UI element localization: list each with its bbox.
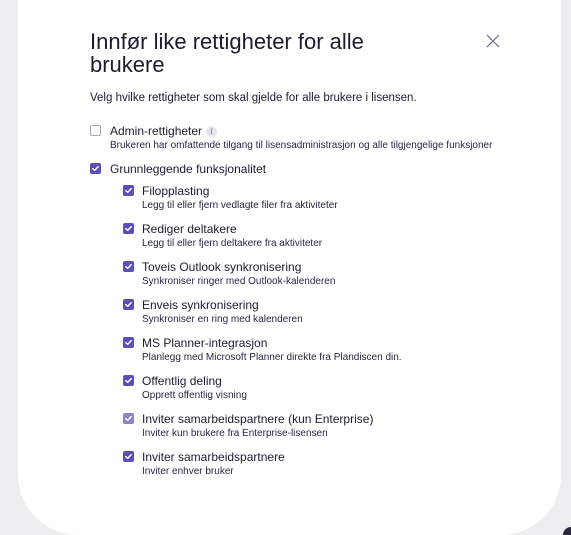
dialog-subtitle: Velg hvilke rettigheter som skal gjelde … bbox=[90, 92, 417, 104]
two-way-sync-checkbox[interactable] bbox=[123, 261, 134, 272]
admin-checkbox[interactable] bbox=[90, 125, 101, 136]
option-label: Toveis Outlook synkronisering bbox=[142, 260, 302, 274]
admin-option[interactable]: Admin-rettigheter i Brukeren har omfatten… bbox=[90, 124, 510, 152]
basic-option[interactable]: Grunnleggende funksjonalitet bbox=[90, 162, 510, 176]
basic-checkbox[interactable] bbox=[90, 163, 101, 174]
option-label: Inviter samarbeidspartnere (kun Enterpri… bbox=[142, 412, 374, 426]
checkmark-icon bbox=[125, 377, 132, 384]
admin-description: Brukeren har omfattende tilgang til lise… bbox=[110, 140, 493, 151]
option-label: Filopplasting bbox=[142, 184, 210, 198]
option-description: Synkroniser en ring med kalenderen bbox=[142, 314, 303, 325]
option-invite-enterprise: Inviter samarbeidspartnere (kun Enterpri… bbox=[123, 412, 510, 440]
backdrop-corner bbox=[563, 527, 571, 535]
checkmark-icon bbox=[125, 187, 132, 194]
checkmark-icon bbox=[125, 263, 132, 270]
invite-collaborators-checkbox[interactable] bbox=[123, 451, 134, 462]
checkmark-icon bbox=[125, 225, 132, 232]
one-way-sync-checkbox[interactable] bbox=[123, 299, 134, 310]
option-description: Inviter kun brukere fra Enterprise-lisen… bbox=[142, 428, 328, 439]
dialog-body: Innfør like rettigheter for alle brukere… bbox=[90, 30, 510, 478]
basic-sub-options: Filopplasting Legg til eller fjern vedla… bbox=[90, 184, 510, 478]
dialog-title: Innfør like rettigheter for alle brukere bbox=[90, 29, 364, 77]
file-upload-checkbox[interactable] bbox=[123, 185, 134, 196]
checkmark-icon bbox=[92, 165, 99, 172]
public-sharing-checkbox[interactable] bbox=[123, 375, 134, 386]
info-icon[interactable]: i bbox=[206, 126, 218, 137]
checkmark-icon bbox=[125, 301, 132, 308]
option-description: Inviter enhver bruker bbox=[142, 466, 234, 477]
option-label: Rediger deltakere bbox=[142, 222, 237, 236]
option-description: Opprett offentlig visning bbox=[142, 390, 247, 401]
option-description: Legg til eller fjern deltakere fra aktiv… bbox=[142, 238, 323, 249]
edit-participants-checkbox[interactable] bbox=[123, 223, 134, 234]
option-label: Inviter samarbeidspartnere bbox=[142, 450, 285, 464]
option-two-way-outlook-sync[interactable]: Toveis Outlook synkronisering Synkronise… bbox=[123, 260, 510, 288]
admin-label: Admin-rettigheter bbox=[110, 124, 203, 138]
basic-label: Grunnleggende funksjonalitet bbox=[110, 162, 267, 176]
option-label: Offentlig deling bbox=[142, 374, 222, 388]
option-label: Enveis synkronisering bbox=[142, 298, 259, 312]
checkmark-icon bbox=[125, 339, 132, 346]
option-edit-participants[interactable]: Rediger deltakere Legg til eller fjern d… bbox=[123, 222, 510, 250]
invite-enterprise-checkbox bbox=[123, 413, 134, 424]
ms-planner-checkbox[interactable] bbox=[123, 337, 134, 348]
option-one-way-sync[interactable]: Enveis synkronisering Synkroniser en rin… bbox=[123, 298, 510, 326]
option-description: Synkroniser ringer med Outlook-kalendere… bbox=[142, 276, 336, 287]
option-description: Planlegg med Microsoft Planner direkte f… bbox=[142, 352, 402, 363]
checkmark-icon bbox=[125, 415, 132, 422]
option-ms-planner[interactable]: MS Planner-integrasjon Planlegg med Micr… bbox=[123, 336, 510, 364]
rights-dialog: Innfør like rettigheter for alle brukere… bbox=[18, 0, 561, 535]
option-label: MS Planner-integrasjon bbox=[142, 336, 268, 350]
checkmark-icon bbox=[125, 453, 132, 460]
option-description: Legg til eller fjern vedlagte filer fra … bbox=[142, 200, 338, 211]
option-file-upload[interactable]: Filopplasting Legg til eller fjern vedla… bbox=[123, 184, 510, 212]
option-public-sharing[interactable]: Offentlig deling Opprett offentlig visni… bbox=[123, 374, 510, 402]
option-invite-collaborators[interactable]: Inviter samarbeidspartnere Inviter enhve… bbox=[123, 450, 510, 478]
